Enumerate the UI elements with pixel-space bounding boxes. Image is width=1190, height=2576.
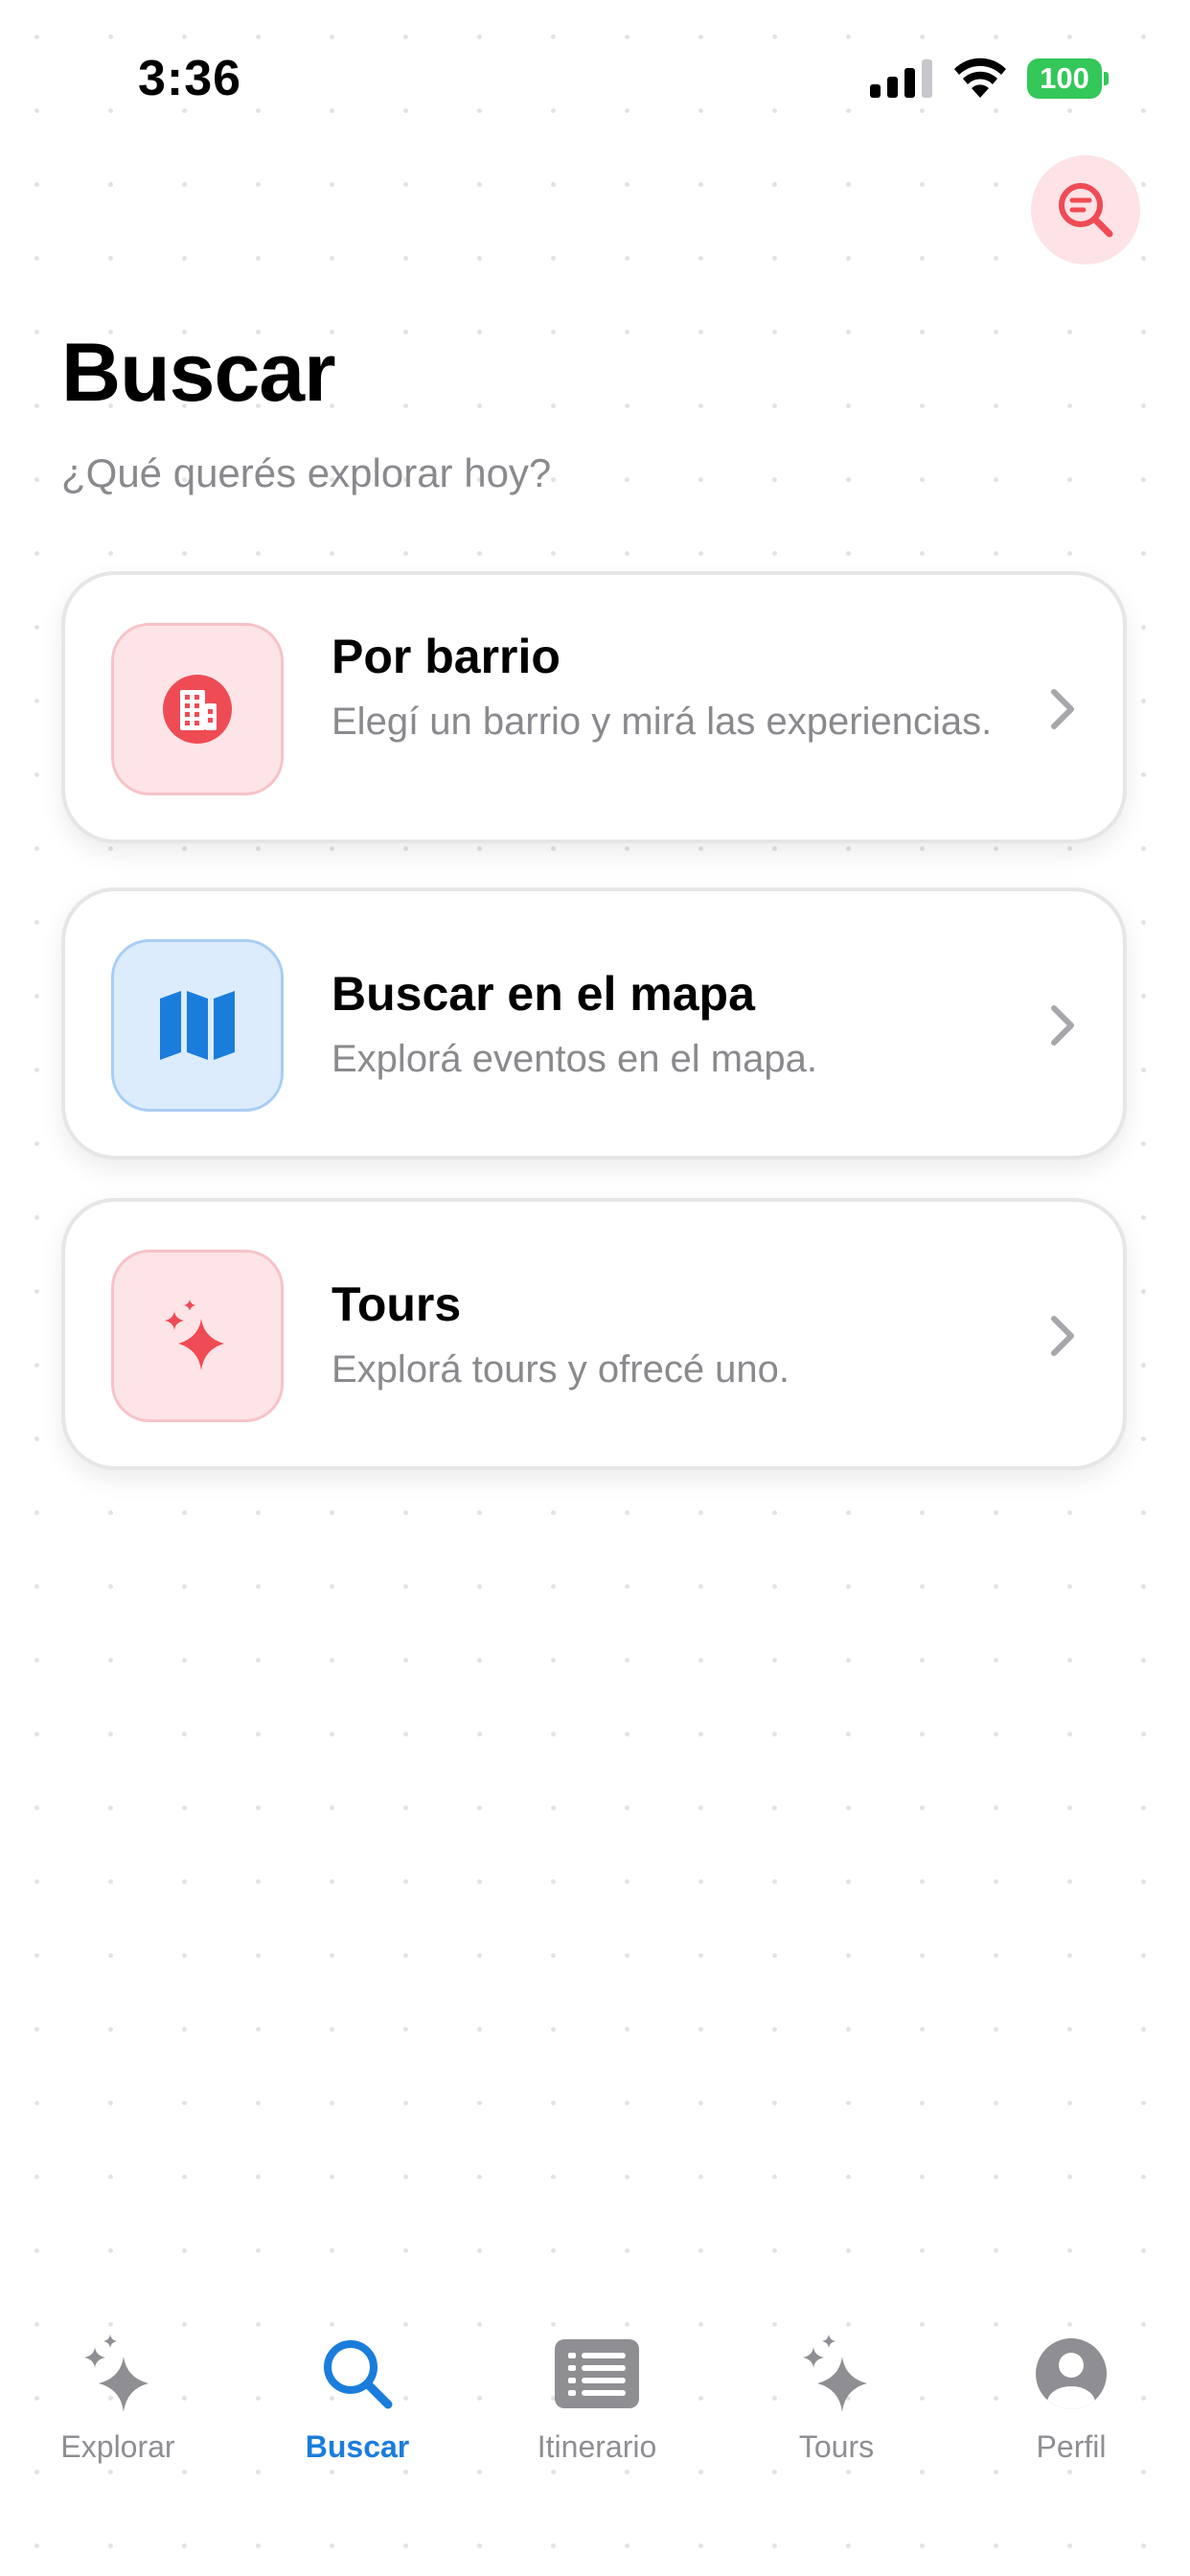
- tab-buscar[interactable]: Buscar: [252, 2334, 463, 2465]
- sparkles-icon: [84, 2334, 149, 2412]
- card-description: Explorá tours y ofrecé uno.: [332, 1348, 790, 1391]
- card-icon-container: [111, 1250, 284, 1422]
- card-description: Elegí un barrio y mirá las experiencias.: [332, 701, 993, 743]
- card-title: Buscar en el mapa: [332, 967, 755, 1021]
- status-time: 3:36: [138, 51, 242, 106]
- tab-perfil[interactable]: Perfil: [966, 2334, 1177, 2465]
- search-filter-icon: [1059, 183, 1113, 238]
- list-icon: [555, 2339, 639, 2408]
- battery-icon: 100: [1027, 58, 1110, 99]
- card-title: Tours: [332, 1277, 462, 1331]
- map-icon: [160, 991, 235, 1060]
- search-icon: [324, 2340, 393, 2409]
- card-tours[interactable]: Tours Explorá tours y ofrecé uno.: [61, 1198, 1127, 1470]
- chevron-right-icon: [1051, 1005, 1074, 1046]
- tab-label: Explorar: [60, 2429, 175, 2464]
- tab-label: Tours: [798, 2429, 875, 2464]
- card-por-barrio[interactable]: Por barrio Elegí un barrio y mirá las ex…: [61, 571, 1127, 843]
- tab-tours[interactable]: Tours: [731, 2334, 942, 2465]
- tab-explorar[interactable]: Explorar: [12, 2334, 223, 2465]
- wifi-icon: [954, 58, 1006, 98]
- chevron-right-icon: [1051, 1316, 1074, 1356]
- card-buscar-en-el-mapa[interactable]: Buscar en el mapa Explorá eventos en el …: [61, 887, 1127, 1160]
- cellular-signal-icon: [870, 59, 932, 98]
- person-circle-icon: [1036, 2338, 1107, 2409]
- tab-label: Perfil: [1036, 2429, 1107, 2464]
- building-icon: [163, 675, 232, 744]
- tab-label: Itinerario: [537, 2429, 657, 2464]
- chevron-right-icon: [1051, 689, 1074, 729]
- card-description: Explorá eventos en el mapa.: [332, 1038, 817, 1080]
- sparkles-icon: [165, 1300, 224, 1370]
- card-icon-container: [111, 623, 284, 795]
- battery-level: 100: [1027, 58, 1102, 99]
- page-title: Buscar: [61, 327, 336, 419]
- tab-itinerario[interactable]: Itinerario: [492, 2334, 702, 2465]
- sparkles-icon: [803, 2334, 867, 2412]
- page-subtitle: ¿Qué querés explorar hoy?: [61, 450, 552, 495]
- card-icon-container: [111, 939, 284, 1112]
- search-filter-button[interactable]: [1031, 155, 1140, 264]
- card-title: Por barrio: [332, 630, 561, 683]
- tab-label: Buscar: [305, 2429, 410, 2464]
